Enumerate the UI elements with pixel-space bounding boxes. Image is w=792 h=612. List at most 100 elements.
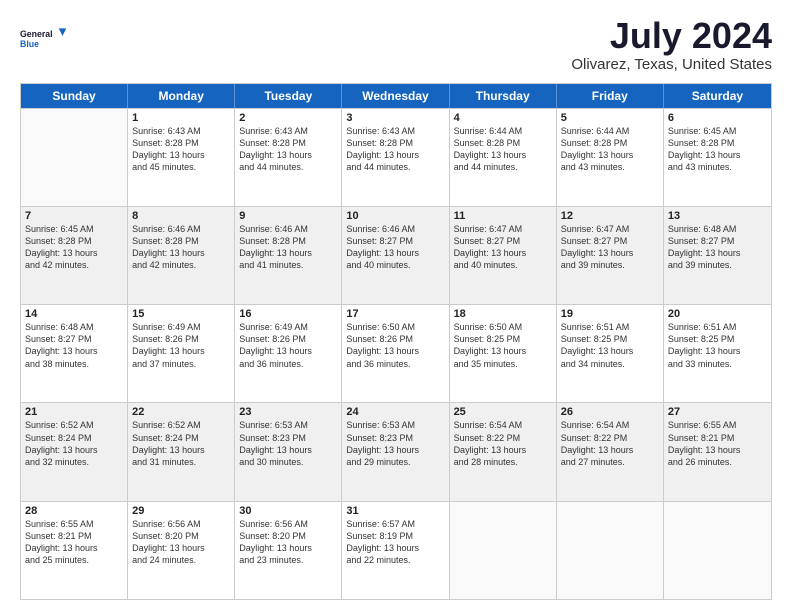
day-header-monday: Monday xyxy=(128,84,235,108)
day-number: 8 xyxy=(132,210,230,222)
day-number: 25 xyxy=(454,406,552,418)
calendar: SundayMondayTuesdayWednesdayThursdayFrid… xyxy=(20,83,772,600)
day-number: 29 xyxy=(132,505,230,517)
calendar-cell: 29Sunrise: 6:56 AM Sunset: 8:20 PM Dayli… xyxy=(128,502,235,599)
day-info: Sunrise: 6:56 AM Sunset: 8:20 PM Dayligh… xyxy=(132,518,230,567)
calendar-cell: 19Sunrise: 6:51 AM Sunset: 8:25 PM Dayli… xyxy=(557,305,664,402)
day-info: Sunrise: 6:53 AM Sunset: 8:23 PM Dayligh… xyxy=(239,419,337,468)
day-number: 26 xyxy=(561,406,659,418)
calendar-row-1: 1Sunrise: 6:43 AM Sunset: 8:28 PM Daylig… xyxy=(21,108,771,206)
calendar-cell: 5Sunrise: 6:44 AM Sunset: 8:28 PM Daylig… xyxy=(557,109,664,206)
calendar-cell xyxy=(664,502,771,599)
day-info: Sunrise: 6:44 AM Sunset: 8:28 PM Dayligh… xyxy=(454,125,552,174)
calendar-cell: 21Sunrise: 6:52 AM Sunset: 8:24 PM Dayli… xyxy=(21,403,128,500)
day-number: 3 xyxy=(346,112,444,124)
day-number: 22 xyxy=(132,406,230,418)
day-number: 14 xyxy=(25,308,123,320)
calendar-cell: 14Sunrise: 6:48 AM Sunset: 8:27 PM Dayli… xyxy=(21,305,128,402)
calendar-cell: 10Sunrise: 6:46 AM Sunset: 8:27 PM Dayli… xyxy=(342,207,449,304)
calendar-cell: 8Sunrise: 6:46 AM Sunset: 8:28 PM Daylig… xyxy=(128,207,235,304)
day-number: 19 xyxy=(561,308,659,320)
day-number: 15 xyxy=(132,308,230,320)
day-number: 5 xyxy=(561,112,659,124)
calendar-cell: 25Sunrise: 6:54 AM Sunset: 8:22 PM Dayli… xyxy=(450,403,557,500)
calendar-cell: 22Sunrise: 6:52 AM Sunset: 8:24 PM Dayli… xyxy=(128,403,235,500)
calendar-cell: 27Sunrise: 6:55 AM Sunset: 8:21 PM Dayli… xyxy=(664,403,771,500)
day-info: Sunrise: 6:46 AM Sunset: 8:28 PM Dayligh… xyxy=(132,223,230,272)
day-info: Sunrise: 6:54 AM Sunset: 8:22 PM Dayligh… xyxy=(561,419,659,468)
title-block: July 2024 Olivarez, Texas, United States xyxy=(571,16,772,73)
calendar-cell: 18Sunrise: 6:50 AM Sunset: 8:25 PM Dayli… xyxy=(450,305,557,402)
calendar-cell: 28Sunrise: 6:55 AM Sunset: 8:21 PM Dayli… xyxy=(21,502,128,599)
calendar-cell: 9Sunrise: 6:46 AM Sunset: 8:28 PM Daylig… xyxy=(235,207,342,304)
day-number: 28 xyxy=(25,505,123,517)
day-info: Sunrise: 6:50 AM Sunset: 8:26 PM Dayligh… xyxy=(346,321,444,370)
day-info: Sunrise: 6:43 AM Sunset: 8:28 PM Dayligh… xyxy=(132,125,230,174)
calendar-cell: 15Sunrise: 6:49 AM Sunset: 8:26 PM Dayli… xyxy=(128,305,235,402)
day-number: 16 xyxy=(239,308,337,320)
day-info: Sunrise: 6:46 AM Sunset: 8:28 PM Dayligh… xyxy=(239,223,337,272)
day-info: Sunrise: 6:54 AM Sunset: 8:22 PM Dayligh… xyxy=(454,419,552,468)
calendar-row-4: 21Sunrise: 6:52 AM Sunset: 8:24 PM Dayli… xyxy=(21,402,771,500)
day-info: Sunrise: 6:55 AM Sunset: 8:21 PM Dayligh… xyxy=(25,518,123,567)
logo: General Blue xyxy=(20,20,70,58)
day-header-saturday: Saturday xyxy=(664,84,771,108)
day-info: Sunrise: 6:55 AM Sunset: 8:21 PM Dayligh… xyxy=(668,419,767,468)
calendar-cell: 26Sunrise: 6:54 AM Sunset: 8:22 PM Dayli… xyxy=(557,403,664,500)
day-info: Sunrise: 6:45 AM Sunset: 8:28 PM Dayligh… xyxy=(668,125,767,174)
calendar-cell: 4Sunrise: 6:44 AM Sunset: 8:28 PM Daylig… xyxy=(450,109,557,206)
day-number: 21 xyxy=(25,406,123,418)
calendar-cell: 23Sunrise: 6:53 AM Sunset: 8:23 PM Dayli… xyxy=(235,403,342,500)
day-info: Sunrise: 6:43 AM Sunset: 8:28 PM Dayligh… xyxy=(346,125,444,174)
calendar-cell: 7Sunrise: 6:45 AM Sunset: 8:28 PM Daylig… xyxy=(21,207,128,304)
calendar-cell xyxy=(557,502,664,599)
day-info: Sunrise: 6:46 AM Sunset: 8:27 PM Dayligh… xyxy=(346,223,444,272)
day-info: Sunrise: 6:44 AM Sunset: 8:28 PM Dayligh… xyxy=(561,125,659,174)
calendar-row-3: 14Sunrise: 6:48 AM Sunset: 8:27 PM Dayli… xyxy=(21,304,771,402)
day-number: 30 xyxy=(239,505,337,517)
day-info: Sunrise: 6:51 AM Sunset: 8:25 PM Dayligh… xyxy=(668,321,767,370)
svg-text:General: General xyxy=(20,29,53,39)
calendar-cell: 13Sunrise: 6:48 AM Sunset: 8:27 PM Dayli… xyxy=(664,207,771,304)
day-number: 31 xyxy=(346,505,444,517)
day-number: 6 xyxy=(668,112,767,124)
calendar-body: 1Sunrise: 6:43 AM Sunset: 8:28 PM Daylig… xyxy=(21,108,771,599)
day-info: Sunrise: 6:48 AM Sunset: 8:27 PM Dayligh… xyxy=(668,223,767,272)
day-info: Sunrise: 6:50 AM Sunset: 8:25 PM Dayligh… xyxy=(454,321,552,370)
calendar-cell: 24Sunrise: 6:53 AM Sunset: 8:23 PM Dayli… xyxy=(342,403,449,500)
day-number: 13 xyxy=(668,210,767,222)
calendar-cell: 12Sunrise: 6:47 AM Sunset: 8:27 PM Dayli… xyxy=(557,207,664,304)
calendar-cell: 6Sunrise: 6:45 AM Sunset: 8:28 PM Daylig… xyxy=(664,109,771,206)
day-number: 10 xyxy=(346,210,444,222)
logo-svg: General Blue xyxy=(20,20,70,58)
day-info: Sunrise: 6:52 AM Sunset: 8:24 PM Dayligh… xyxy=(132,419,230,468)
day-number: 23 xyxy=(239,406,337,418)
day-info: Sunrise: 6:49 AM Sunset: 8:26 PM Dayligh… xyxy=(132,321,230,370)
day-header-tuesday: Tuesday xyxy=(235,84,342,108)
day-number: 9 xyxy=(239,210,337,222)
day-number: 1 xyxy=(132,112,230,124)
main-title: July 2024 xyxy=(571,16,772,56)
calendar-cell xyxy=(21,109,128,206)
day-header-friday: Friday xyxy=(557,84,664,108)
day-number: 20 xyxy=(668,308,767,320)
day-number: 12 xyxy=(561,210,659,222)
day-info: Sunrise: 6:45 AM Sunset: 8:28 PM Dayligh… xyxy=(25,223,123,272)
page: General Blue July 2024 Olivarez, Texas, … xyxy=(0,0,792,612)
day-info: Sunrise: 6:43 AM Sunset: 8:28 PM Dayligh… xyxy=(239,125,337,174)
day-info: Sunrise: 6:56 AM Sunset: 8:20 PM Dayligh… xyxy=(239,518,337,567)
subtitle: Olivarez, Texas, United States xyxy=(571,56,772,73)
header: General Blue July 2024 Olivarez, Texas, … xyxy=(20,16,772,73)
day-number: 4 xyxy=(454,112,552,124)
day-info: Sunrise: 6:52 AM Sunset: 8:24 PM Dayligh… xyxy=(25,419,123,468)
day-number: 2 xyxy=(239,112,337,124)
day-info: Sunrise: 6:51 AM Sunset: 8:25 PM Dayligh… xyxy=(561,321,659,370)
day-header-wednesday: Wednesday xyxy=(342,84,449,108)
calendar-cell: 20Sunrise: 6:51 AM Sunset: 8:25 PM Dayli… xyxy=(664,305,771,402)
day-header-thursday: Thursday xyxy=(450,84,557,108)
calendar-cell: 3Sunrise: 6:43 AM Sunset: 8:28 PM Daylig… xyxy=(342,109,449,206)
calendar-cell: 11Sunrise: 6:47 AM Sunset: 8:27 PM Dayli… xyxy=(450,207,557,304)
calendar-cell: 17Sunrise: 6:50 AM Sunset: 8:26 PM Dayli… xyxy=(342,305,449,402)
calendar-cell: 16Sunrise: 6:49 AM Sunset: 8:26 PM Dayli… xyxy=(235,305,342,402)
calendar-row-5: 28Sunrise: 6:55 AM Sunset: 8:21 PM Dayli… xyxy=(21,501,771,599)
